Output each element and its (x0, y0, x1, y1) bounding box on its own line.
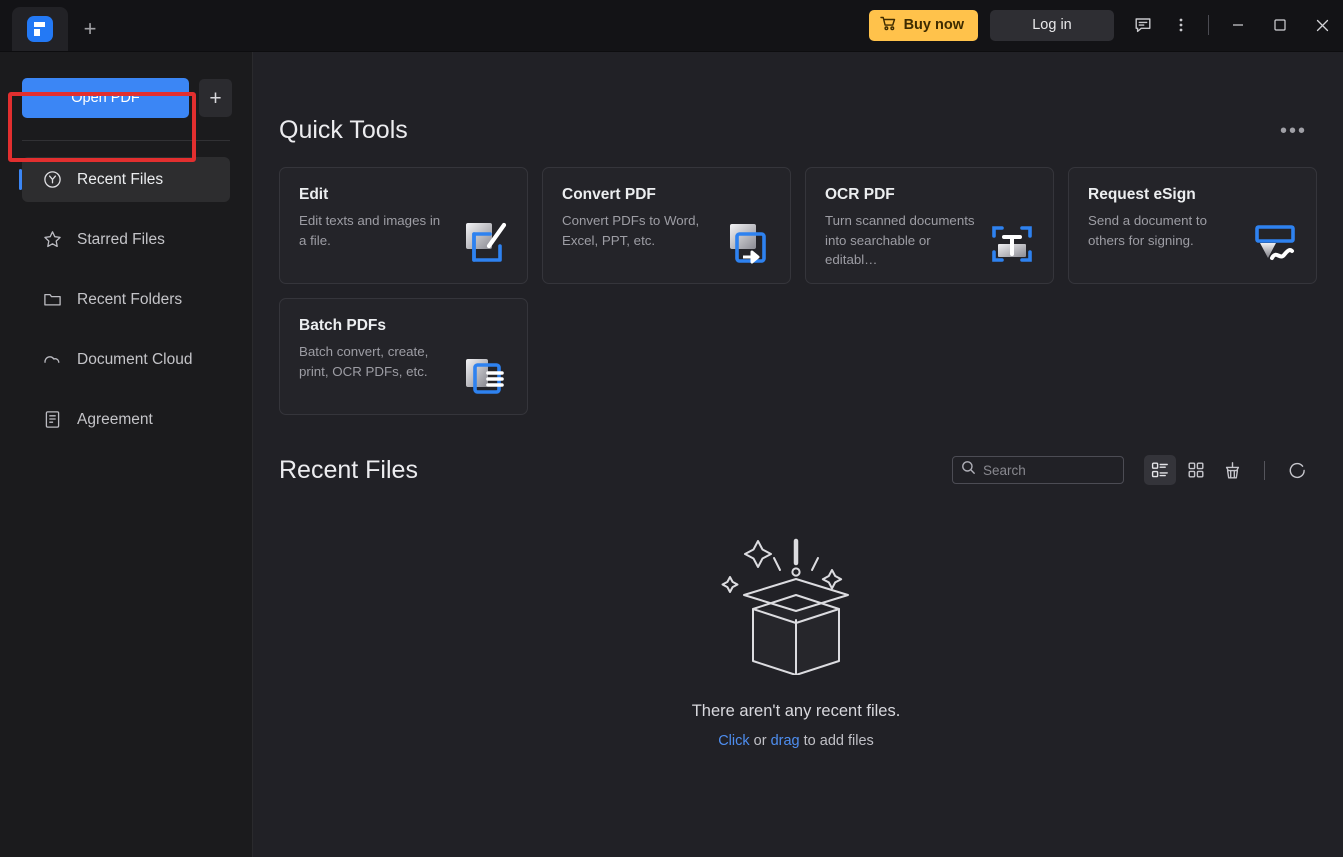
card-description: Batch convert, create, print, OCR PDFs, … (299, 344, 429, 379)
quick-tool-card-request-esign[interactable]: Request eSign Send a document to others … (1068, 167, 1317, 284)
sidebar-item-document-cloud[interactable]: Document Cloud (22, 337, 230, 382)
sidebar-item-label: Document Cloud (77, 350, 193, 368)
cloud-icon (42, 350, 62, 370)
list-view-icon[interactable] (1144, 455, 1176, 485)
titlebar-actions: Buy now Log in (868, 0, 1343, 51)
drag-link[interactable]: drag (771, 733, 800, 749)
card-description: Turn scanned documents into searchable o… (825, 213, 975, 268)
search-icon (961, 460, 976, 480)
batch-pdf-icon (458, 347, 514, 403)
new-tab-button[interactable]: + (68, 7, 112, 51)
tab-home[interactable] (12, 7, 68, 51)
sidebar-item-label: Recent Files (77, 170, 164, 188)
card-title: Request eSign (1088, 186, 1196, 203)
titlebar-divider (1208, 15, 1209, 35)
empty-state-subtitle: Click or drag to add files (718, 733, 874, 749)
card-description: Send a document to others for signing. (1088, 213, 1208, 248)
main-content: Quick Tools ••• Edit Edit texts and imag… (253, 52, 1343, 857)
search-box[interactable] (952, 456, 1160, 484)
quick-tools-grid: Edit Edit texts and images in a file. Co… (279, 167, 1317, 415)
card-title: Batch PDFs (299, 317, 386, 334)
login-button[interactable]: Log in (990, 9, 1114, 41)
quick-tool-card-batch-pdfs[interactable]: Batch PDFs Batch convert, create, print,… (279, 298, 528, 415)
clock-icon (42, 170, 62, 190)
recent-files-toolbar (952, 455, 1313, 485)
cart-icon (879, 16, 897, 35)
sidebar-item-label: Agreement (77, 410, 153, 428)
grid-view-icon[interactable] (1180, 455, 1212, 485)
click-link[interactable]: Click (718, 733, 749, 749)
close-button[interactable] (1301, 0, 1343, 51)
sidebar-item-starred-files[interactable]: Starred Files (22, 217, 230, 262)
tab-strip: + (0, 0, 112, 51)
more-vertical-icon[interactable] (1162, 6, 1200, 44)
ocr-pdf-icon (984, 216, 1040, 272)
toolbar-divider (1264, 460, 1265, 480)
card-description: Convert PDFs to Word, Excel, PPT, etc. (562, 213, 700, 248)
empty-state: There aren't any recent files. Click or … (279, 525, 1313, 749)
card-title: Edit (299, 186, 329, 203)
open-pdf-button[interactable]: Open PDF (22, 78, 189, 118)
sidebar-divider (22, 140, 230, 141)
buy-now-button[interactable]: Buy now (868, 9, 978, 41)
edit-pdf-icon (458, 216, 514, 272)
add-file-button[interactable]: + (199, 79, 232, 117)
sidebar-item-recent-folders[interactable]: Recent Folders (22, 277, 230, 322)
folder-icon (42, 290, 62, 310)
quick-tools-title: Quick Tools (279, 116, 408, 144)
sidebar-item-label: Recent Folders (77, 290, 183, 308)
search-input[interactable] (983, 462, 1160, 478)
star-icon (42, 230, 62, 250)
document-icon (42, 410, 62, 430)
quick-tool-card-convert-pdf[interactable]: Convert PDF Convert PDFs to Word, Excel,… (542, 167, 791, 284)
title-bar: + Buy now Log in (0, 0, 1343, 52)
quick-tools-more-icon[interactable]: ••• (1274, 117, 1313, 145)
buy-now-label: Buy now (903, 17, 964, 33)
empty-state-title: There aren't any recent files. (691, 702, 901, 720)
convert-pdf-icon (721, 216, 777, 272)
card-title: Convert PDF (562, 186, 656, 203)
empty-suffix-text: to add files (799, 733, 874, 749)
sidebar: Open PDF + Recent Files Starred Files Re… (0, 52, 253, 857)
sidebar-item-label: Starred Files (77, 230, 165, 248)
recent-files-title: Recent Files (279, 455, 418, 484)
maximize-button[interactable] (1259, 0, 1301, 51)
broom-icon[interactable] (1216, 455, 1248, 485)
refresh-icon[interactable] (1281, 455, 1313, 485)
quick-tool-card-edit[interactable]: Edit Edit texts and images in a file. (279, 167, 528, 284)
open-pdf-row: Open PDF + (0, 78, 252, 118)
card-description: Edit texts and images in a file. (299, 213, 441, 248)
quick-tool-card-ocr-pdf[interactable]: OCR PDF Turn scanned documents into sear… (805, 167, 1054, 284)
app-window: + Buy now Log in Open PDF + Recent Files… (0, 0, 1343, 857)
feedback-icon[interactable] (1124, 6, 1162, 44)
minimize-button[interactable] (1217, 0, 1259, 51)
esign-icon (1247, 216, 1303, 272)
sidebar-item-recent-files[interactable]: Recent Files (19, 157, 230, 202)
card-title: OCR PDF (825, 186, 895, 203)
empty-middle-text: or (749, 733, 771, 749)
recent-files-header: Recent Files (279, 455, 1313, 485)
quick-tools-header: Quick Tools ••• (279, 116, 1313, 145)
app-logo-icon (27, 16, 53, 42)
empty-box-illustration (706, 525, 886, 680)
app-body: Open PDF + Recent Files Starred Files Re… (0, 52, 1343, 857)
sidebar-item-agreement[interactable]: Agreement (22, 397, 230, 442)
